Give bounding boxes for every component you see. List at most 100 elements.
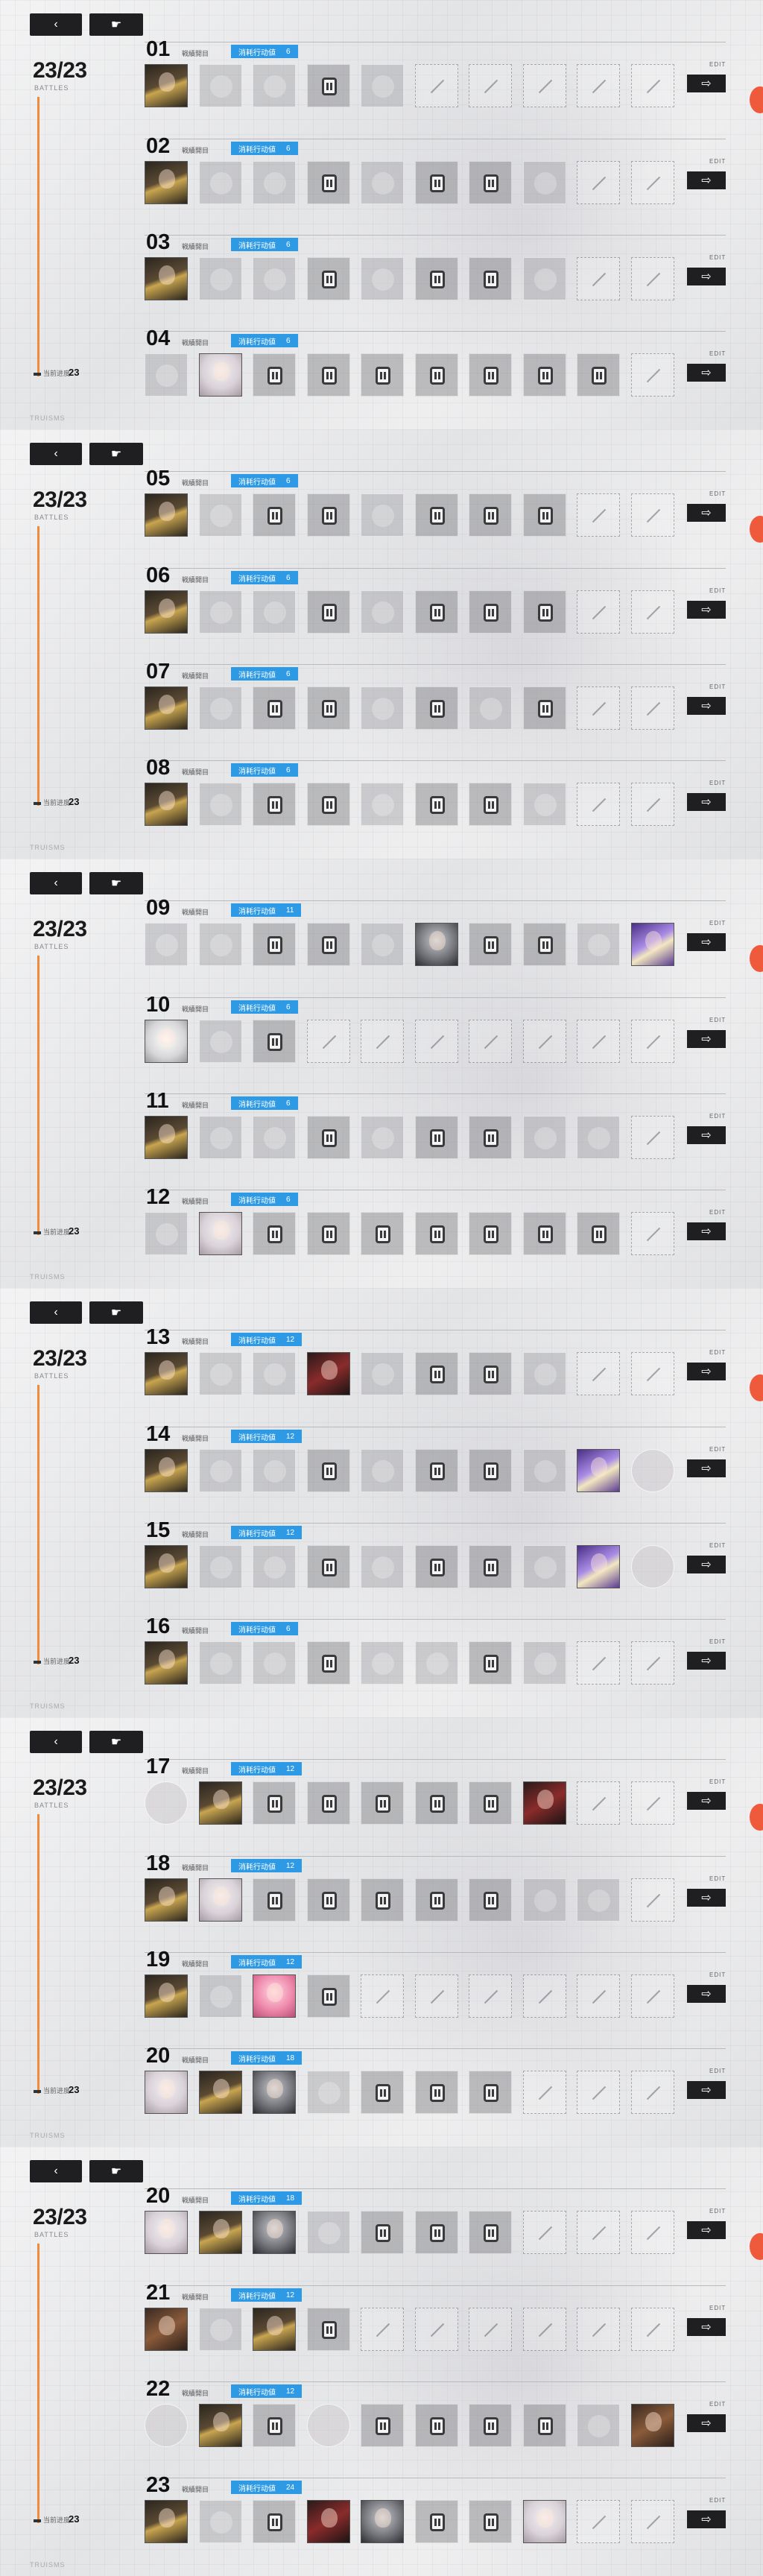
device-slot[interactable] xyxy=(522,353,566,397)
device-slot[interactable] xyxy=(469,1781,512,1825)
character-portrait[interactable] xyxy=(577,1545,620,1588)
device-slot[interactable] xyxy=(306,1641,350,1685)
character-portrait-faded[interactable] xyxy=(522,1641,566,1685)
empty-slot[interactable] xyxy=(414,1974,458,2018)
device-slot[interactable] xyxy=(469,783,512,826)
device-slot[interactable] xyxy=(414,493,458,537)
go-button[interactable]: ⇨ xyxy=(687,1222,726,1240)
device-slot[interactable] xyxy=(414,257,458,300)
device-slot[interactable] xyxy=(253,2404,296,2447)
device-slot[interactable] xyxy=(361,353,404,397)
device-slot[interactable] xyxy=(306,783,350,826)
device-slot[interactable] xyxy=(414,783,458,826)
character-portrait-faded[interactable] xyxy=(253,1116,296,1159)
empty-slot[interactable] xyxy=(361,2308,404,2351)
character-portrait[interactable] xyxy=(577,1449,620,1492)
character-portrait-faded[interactable] xyxy=(306,2071,350,2114)
device-slot[interactable] xyxy=(414,2404,458,2447)
go-button[interactable]: ⇨ xyxy=(687,793,726,811)
go-button[interactable]: ⇨ xyxy=(687,1030,726,1048)
character-portrait[interactable] xyxy=(522,2500,566,2543)
empty-slot[interactable] xyxy=(630,1878,674,1922)
empty-slot[interactable] xyxy=(630,1020,674,1063)
character-portrait-faded[interactable] xyxy=(198,1352,242,1395)
empty-slot[interactable] xyxy=(630,2308,674,2351)
device-slot[interactable] xyxy=(414,1449,458,1492)
empty-slot[interactable] xyxy=(630,2211,674,2254)
character-portrait-faded[interactable] xyxy=(198,1449,242,1492)
character-portrait-faded[interactable] xyxy=(630,1545,674,1588)
character-portrait-faded[interactable] xyxy=(198,1545,242,1588)
character-portrait-faded[interactable] xyxy=(522,161,566,204)
character-portrait-faded[interactable] xyxy=(145,923,188,966)
character-portrait-faded[interactable] xyxy=(198,1974,242,2018)
empty-slot[interactable] xyxy=(577,1974,620,2018)
device-slot[interactable] xyxy=(469,2211,512,2254)
empty-slot[interactable] xyxy=(577,161,620,204)
character-portrait[interactable] xyxy=(253,2308,296,2351)
character-portrait-faded[interactable] xyxy=(198,1020,242,1063)
device-slot[interactable] xyxy=(306,923,350,966)
character-portrait[interactable] xyxy=(145,1116,188,1159)
device-slot[interactable] xyxy=(469,161,512,204)
empty-slot[interactable] xyxy=(630,1974,674,2018)
empty-slot[interactable] xyxy=(414,1020,458,1063)
device-slot[interactable] xyxy=(253,1020,296,1063)
device-slot[interactable] xyxy=(306,64,350,107)
character-portrait[interactable] xyxy=(145,64,188,107)
device-slot[interactable] xyxy=(469,923,512,966)
character-portrait-faded[interactable] xyxy=(145,1781,188,1825)
device-slot[interactable] xyxy=(414,1878,458,1922)
character-portrait-faded[interactable] xyxy=(198,2308,242,2351)
empty-slot[interactable] xyxy=(630,1641,674,1685)
character-portrait-faded[interactable] xyxy=(522,1352,566,1395)
empty-slot[interactable] xyxy=(414,2308,458,2351)
go-button[interactable]: ⇨ xyxy=(687,75,726,92)
device-slot[interactable] xyxy=(469,1212,512,1255)
go-button[interactable]: ⇨ xyxy=(687,1363,726,1380)
character-portrait[interactable] xyxy=(198,1212,242,1255)
device-slot[interactable] xyxy=(469,2500,512,2543)
character-portrait-faded[interactable] xyxy=(361,1545,404,1588)
go-button[interactable]: ⇨ xyxy=(687,1126,726,1144)
empty-slot[interactable] xyxy=(630,590,674,634)
device-slot[interactable] xyxy=(469,1352,512,1395)
device-slot[interactable] xyxy=(361,2211,404,2254)
device-slot[interactable] xyxy=(414,1352,458,1395)
character-portrait[interactable] xyxy=(145,161,188,204)
empty-slot[interactable] xyxy=(522,1974,566,2018)
home-button[interactable]: ☛ xyxy=(89,872,143,894)
device-slot[interactable] xyxy=(469,1878,512,1922)
character-portrait-faded[interactable] xyxy=(522,257,566,300)
device-slot[interactable] xyxy=(522,686,566,730)
character-portrait-faded[interactable] xyxy=(306,2404,350,2447)
character-portrait-faded[interactable] xyxy=(469,686,512,730)
empty-slot[interactable] xyxy=(630,2071,674,2114)
device-slot[interactable] xyxy=(253,2500,296,2543)
character-portrait-faded[interactable] xyxy=(198,1116,242,1159)
empty-slot[interactable] xyxy=(306,1020,350,1063)
character-portrait-faded[interactable] xyxy=(361,64,404,107)
character-portrait[interactable] xyxy=(145,1545,188,1588)
character-portrait-faded[interactable] xyxy=(253,1352,296,1395)
empty-slot[interactable] xyxy=(522,2308,566,2351)
character-portrait[interactable] xyxy=(522,1781,566,1825)
device-slot[interactable] xyxy=(469,590,512,634)
empty-slot[interactable] xyxy=(630,161,674,204)
character-portrait[interactable] xyxy=(630,2404,674,2447)
device-slot[interactable] xyxy=(414,1781,458,1825)
device-slot[interactable] xyxy=(306,1781,350,1825)
character-portrait[interactable] xyxy=(145,590,188,634)
device-slot[interactable] xyxy=(253,1878,296,1922)
back-button[interactable]: ‹ xyxy=(30,13,82,36)
empty-slot[interactable] xyxy=(469,64,512,107)
go-button[interactable]: ⇨ xyxy=(687,1556,726,1573)
device-slot[interactable] xyxy=(414,1545,458,1588)
device-slot[interactable] xyxy=(414,353,458,397)
character-portrait[interactable] xyxy=(414,923,458,966)
device-slot[interactable] xyxy=(577,1212,620,1255)
character-portrait-faded[interactable] xyxy=(361,257,404,300)
device-slot[interactable] xyxy=(306,257,350,300)
character-portrait[interactable] xyxy=(145,257,188,300)
character-portrait[interactable] xyxy=(145,1020,188,1063)
